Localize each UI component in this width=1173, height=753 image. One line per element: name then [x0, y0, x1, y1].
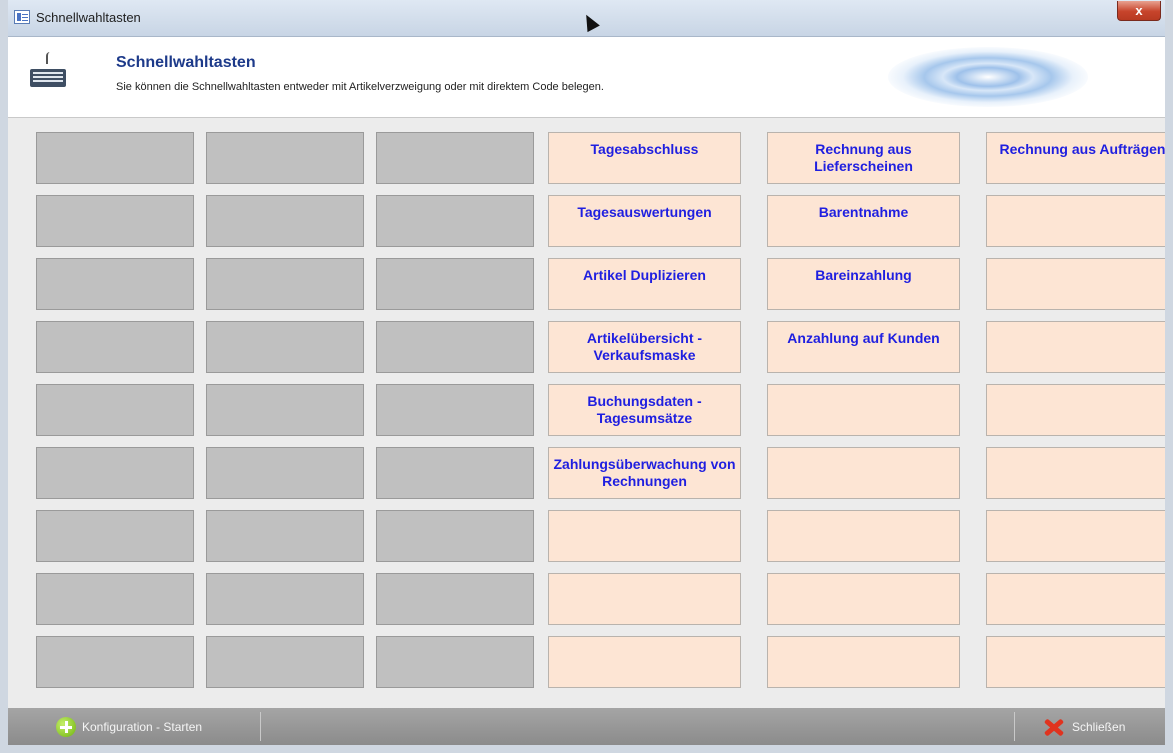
window-title: Schnellwahltasten: [36, 10, 141, 25]
hotkey-button[interactable]: [206, 636, 364, 688]
page-title: Schnellwahltasten: [116, 54, 256, 71]
hotkey-button[interactable]: [548, 510, 741, 562]
hotkey-grid: Tagesabschluss Rechnung aus Lieferscheine…: [36, 132, 1165, 688]
form-app-icon: [14, 10, 30, 24]
hotkey-button[interactable]: [206, 510, 364, 562]
hotkey-button[interactable]: [376, 447, 534, 499]
hotkey-button[interactable]: [36, 132, 194, 184]
hotkey-button[interactable]: [206, 258, 364, 310]
hotkey-button[interactable]: [376, 636, 534, 688]
page-subtitle: Sie können die Schnellwahltasten entwede…: [116, 81, 604, 93]
hotkey-button[interactable]: [548, 636, 741, 688]
hotkey-button[interactable]: [986, 384, 1165, 436]
hotkey-button[interactable]: [36, 573, 194, 625]
hotkey-button[interactable]: [986, 258, 1165, 310]
hotkey-button[interactable]: [986, 447, 1165, 499]
footer-bar: Konfiguration - Starten Schließen: [8, 708, 1165, 745]
hotkey-button[interactable]: Bareinzahlung: [767, 258, 960, 310]
hotkey-button[interactable]: [36, 384, 194, 436]
hotkey-button[interactable]: Barentnahme: [767, 195, 960, 247]
hotkey-button[interactable]: [767, 447, 960, 499]
hotkey-button[interactable]: Rechnung aus Aufträgen: [986, 132, 1165, 184]
hotkey-button[interactable]: [36, 195, 194, 247]
hotkey-button[interactable]: [986, 510, 1165, 562]
hotkey-panel: Tagesabschluss Rechnung aus Lieferscheine…: [8, 118, 1165, 708]
hotkey-button[interactable]: [376, 132, 534, 184]
swirl-logo-icon: [888, 47, 1088, 107]
hotkey-button[interactable]: [206, 384, 364, 436]
hotkey-button[interactable]: Zahlungsüberwachung von Rechnungen: [548, 447, 741, 499]
hotkey-button[interactable]: [376, 195, 534, 247]
plus-icon: [56, 717, 76, 737]
hotkey-button[interactable]: [206, 321, 364, 373]
hotkey-button[interactable]: Rechnung aus Lieferscheinen: [767, 132, 960, 184]
dialog-window: Schnellwahltasten x Schnellwahltasten Si…: [0, 0, 1173, 753]
hotkey-button[interactable]: Anzahlung auf Kunden: [767, 321, 960, 373]
hotkey-button[interactable]: Tagesabschluss: [548, 132, 741, 184]
hotkey-button[interactable]: [36, 636, 194, 688]
window-close-button[interactable]: x: [1117, 1, 1161, 21]
header-panel: Schnellwahltasten Sie können die Schnell…: [8, 37, 1165, 118]
hotkey-button[interactable]: [986, 321, 1165, 373]
hotkey-button[interactable]: [376, 321, 534, 373]
hotkey-button[interactable]: [986, 573, 1165, 625]
hotkey-button[interactable]: [376, 258, 534, 310]
hotkey-button[interactable]: [767, 510, 960, 562]
hotkey-button[interactable]: [206, 132, 364, 184]
hotkey-button[interactable]: [986, 636, 1165, 688]
hotkey-button[interactable]: [206, 195, 364, 247]
hotkey-button[interactable]: [767, 384, 960, 436]
hotkey-button[interactable]: [36, 321, 194, 373]
configuration-start-label: Konfiguration - Starten: [82, 720, 203, 734]
hotkey-button[interactable]: Tagesauswertungen: [548, 195, 741, 247]
hotkey-button[interactable]: [767, 573, 960, 625]
footer-divider: [1014, 712, 1015, 741]
hotkey-button[interactable]: [36, 258, 194, 310]
hotkey-button[interactable]: Artikelübersicht - Verkaufsmaske: [548, 321, 741, 373]
hotkey-button[interactable]: [767, 636, 960, 688]
hotkey-button[interactable]: [206, 573, 364, 625]
hotkey-button[interactable]: [376, 384, 534, 436]
keyboard-icon: [30, 52, 66, 87]
hotkey-button[interactable]: [986, 195, 1165, 247]
close-icon: [1042, 717, 1066, 737]
close-label: Schließen: [1072, 720, 1126, 734]
hotkey-button[interactable]: Artikel Duplizieren: [548, 258, 741, 310]
hotkey-button[interactable]: [36, 510, 194, 562]
hotkey-button[interactable]: Buchungsdaten - Tagesumsätze: [548, 384, 741, 436]
close-button[interactable]: Schließen: [1042, 717, 1125, 737]
hotkey-button[interactable]: [206, 447, 364, 499]
footer-divider: [260, 712, 261, 741]
hotkey-button[interactable]: [376, 573, 534, 625]
configuration-start-button[interactable]: Konfiguration - Starten: [56, 717, 202, 737]
hotkey-button[interactable]: [548, 573, 741, 625]
hotkey-button[interactable]: [36, 447, 194, 499]
hotkey-button[interactable]: [376, 510, 534, 562]
